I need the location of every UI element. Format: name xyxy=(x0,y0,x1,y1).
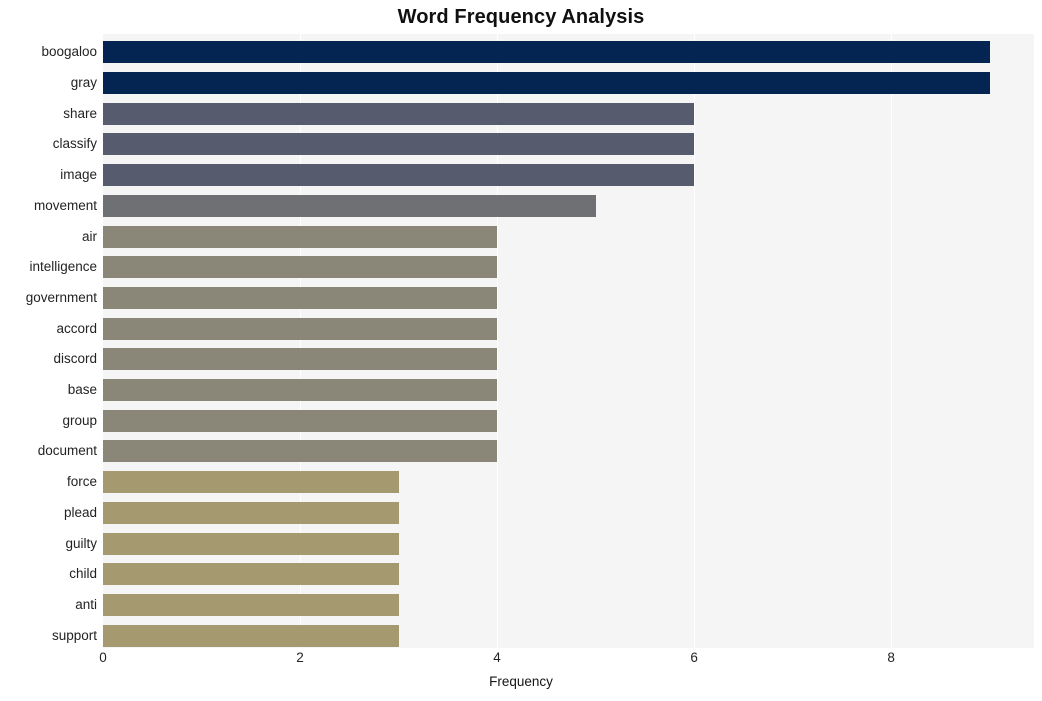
bar[interactable] xyxy=(103,440,498,463)
bar[interactable] xyxy=(103,348,498,371)
bar[interactable] xyxy=(103,102,695,125)
y-tick-label: classify xyxy=(52,136,97,152)
x-tick-label: 6 xyxy=(690,650,698,665)
y-tick-label: accord xyxy=(56,320,97,336)
chart-title: Word Frequency Analysis xyxy=(397,6,645,28)
plot-area xyxy=(103,34,1034,648)
bar[interactable] xyxy=(103,256,498,279)
y-tick-label: plead xyxy=(63,504,97,520)
bar[interactable] xyxy=(103,563,399,586)
x-tick-label: 8 xyxy=(887,650,895,665)
bar[interactable] xyxy=(103,225,498,248)
x-axis-title: Frequency xyxy=(489,674,553,689)
bar[interactable] xyxy=(103,409,498,432)
bars-layer xyxy=(103,34,1034,648)
y-tick-label: image xyxy=(60,167,97,183)
y-tick-label: intelligence xyxy=(29,259,97,275)
bar[interactable] xyxy=(103,286,498,309)
y-tick-label: force xyxy=(66,474,97,490)
y-tick-label: gray xyxy=(70,75,97,91)
y-axis-tick-labels: boogaloo gray share classify image movement ai… xyxy=(0,34,97,648)
y-tick-label: anti xyxy=(75,596,97,612)
y-tick-label: child xyxy=(69,566,97,582)
y-tick-label: group xyxy=(62,412,97,428)
bar[interactable] xyxy=(103,164,695,187)
bar[interactable] xyxy=(103,379,498,402)
bar[interactable] xyxy=(103,501,399,524)
bar[interactable] xyxy=(103,624,399,647)
x-tick-label: 2 xyxy=(296,650,304,665)
y-tick-label: document xyxy=(37,443,97,459)
y-tick-label: discord xyxy=(53,351,97,367)
bar[interactable] xyxy=(103,593,399,616)
x-axis-tick-labels: 0 2 4 6 8 xyxy=(0,650,1042,672)
bar[interactable] xyxy=(103,194,596,217)
y-tick-label: boogaloo xyxy=(41,44,97,60)
y-tick-label: share xyxy=(63,105,97,121)
y-tick-label: guilty xyxy=(65,535,97,551)
word-frequency-bar-chart: Word Frequency Analysis boogaloo gray shar… xyxy=(0,0,1042,701)
bar[interactable] xyxy=(103,532,399,555)
x-tick-label: 4 xyxy=(493,650,501,665)
bar[interactable] xyxy=(103,72,990,95)
y-tick-label: movement xyxy=(33,197,97,213)
bar[interactable] xyxy=(103,471,399,494)
y-tick-label: support xyxy=(51,627,97,643)
y-tick-label: government xyxy=(25,289,97,305)
y-tick-label: base xyxy=(67,382,97,398)
bar[interactable] xyxy=(103,317,498,340)
bar[interactable] xyxy=(103,41,990,64)
x-tick-label: 0 xyxy=(99,650,107,665)
bar[interactable] xyxy=(103,133,695,156)
y-tick-label: air xyxy=(81,228,97,244)
